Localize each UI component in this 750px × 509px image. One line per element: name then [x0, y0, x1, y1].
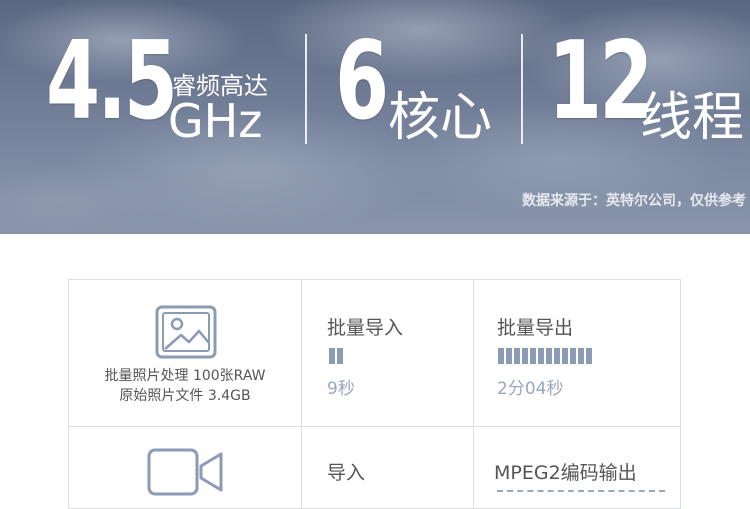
import-progress-bar — [329, 348, 343, 364]
benchmark-table: 批量照片处理 100张RAW 原始照片文件 3.4GB 批量导入 9秒 批量导出… — [68, 279, 681, 509]
task-description-line: 批量照片处理 100张RAW — [104, 368, 266, 384]
video-camera-icon — [147, 448, 225, 500]
video-export-title: MPEG2编码输出 — [494, 462, 637, 484]
export-title: 批量导出 — [497, 317, 574, 339]
import-title: 批量导入 — [327, 317, 404, 339]
progress-segment — [522, 348, 528, 364]
cores-label: 核心 — [388, 88, 493, 148]
progress-segment — [562, 348, 568, 364]
frequency-number: 4.5 — [46, 19, 178, 144]
progress-segment — [498, 348, 504, 364]
progress-segment — [570, 348, 576, 364]
hero-banner: 4.5 睿频高达 GHz 6 核心 12 线程 数据来源于：英特尔公司，仅供参考 — [0, 0, 750, 234]
progress-segment — [514, 348, 520, 364]
divider-line — [305, 34, 307, 144]
export-progress-bar — [498, 348, 592, 364]
progress-segment — [546, 348, 552, 364]
row-divider — [69, 426, 680, 427]
export-time: 2分04秒 — [497, 379, 564, 399]
progress-segment — [554, 348, 560, 364]
progress-segment — [506, 348, 512, 364]
progress-segment — [337, 348, 343, 364]
progress-segment — [578, 348, 584, 364]
source-note: 数据来源于：英特尔公司，仅供参考 — [522, 193, 746, 209]
threads-number: 12 — [548, 19, 653, 144]
task-description-line: 原始照片文件 3.4GB — [119, 388, 251, 404]
video-import-title: 导入 — [327, 462, 366, 484]
threads-label: 线程 — [640, 88, 745, 148]
column-divider — [301, 280, 302, 508]
progress-segment — [586, 348, 592, 364]
image-icon — [155, 305, 217, 363]
progress-segment — [530, 348, 536, 364]
cores-number: 6 — [335, 19, 389, 144]
progress-segment — [329, 348, 335, 364]
divider-line — [521, 34, 523, 144]
import-time: 9秒 — [327, 379, 355, 399]
progress-segment — [538, 348, 544, 364]
frequency-unit: GHz — [168, 94, 263, 148]
column-divider — [473, 280, 474, 508]
